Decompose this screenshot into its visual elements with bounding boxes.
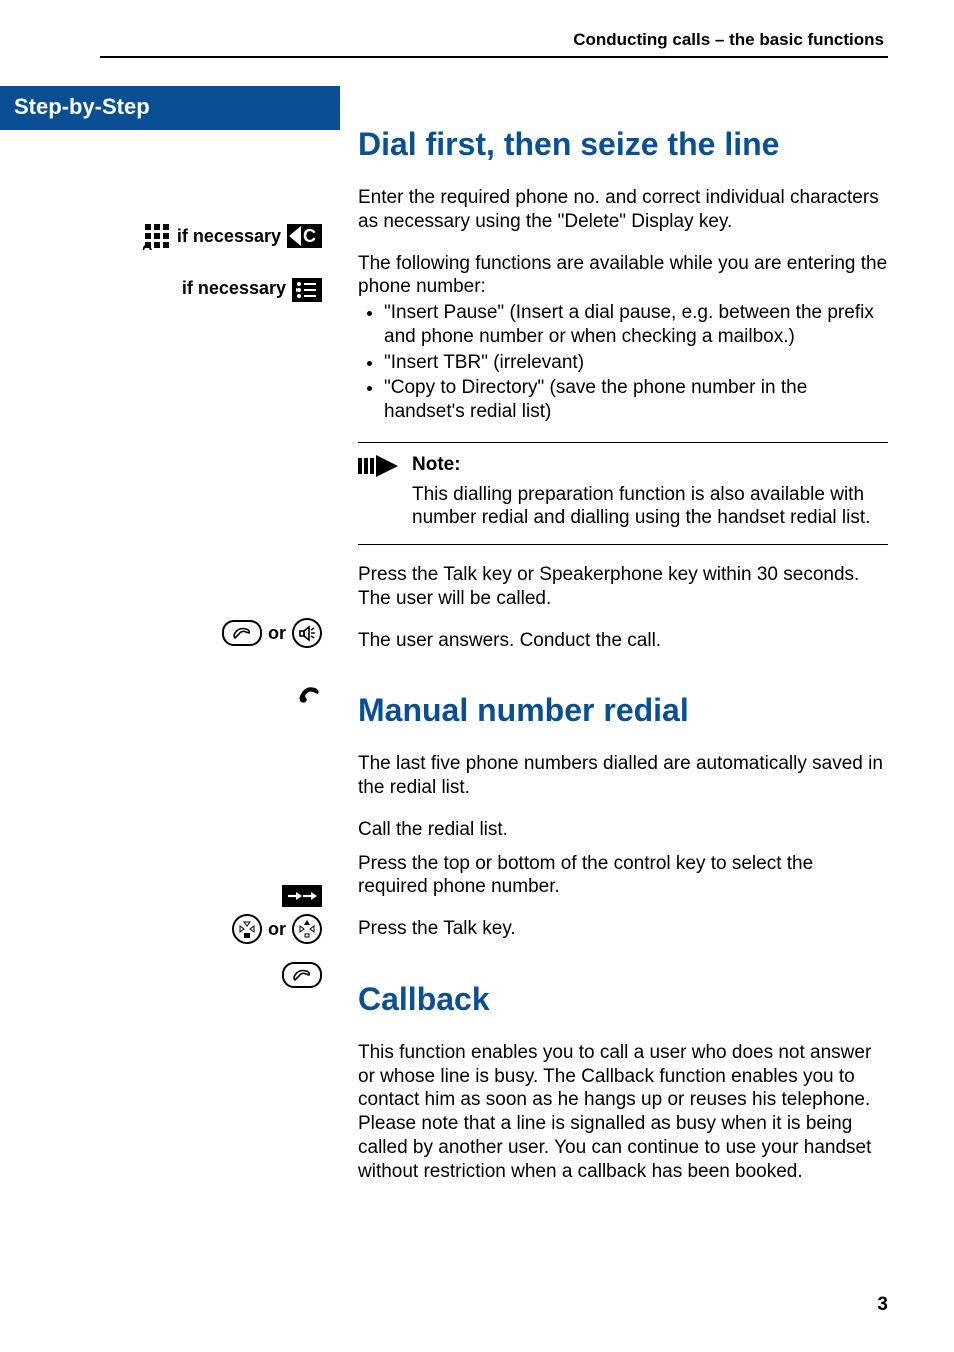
or-label-1: or bbox=[268, 623, 286, 644]
content-columns: Step-by-Step if necessary bbox=[0, 86, 888, 1201]
main-column: Dial first, then seize the line Enter th… bbox=[340, 86, 888, 1201]
if-necessary-label-2: if necessary bbox=[182, 278, 286, 299]
keypad-icon bbox=[143, 222, 171, 250]
heading-callback: Callback bbox=[358, 979, 888, 1019]
step-row-enter-number: if necessary C bbox=[100, 222, 322, 250]
para-press-talk-speaker: Press the Talk key or Speakerphone key w… bbox=[358, 563, 888, 611]
step-row-menu: if necessary bbox=[100, 276, 322, 302]
page-header: Conducting calls – the basic functions bbox=[0, 30, 888, 58]
step-row-talk bbox=[100, 962, 322, 988]
para-redial-intro: The last five phone numbers dialled are … bbox=[358, 752, 888, 800]
note-body: This dialling preparation function is al… bbox=[412, 483, 888, 531]
note-arrow-icon bbox=[358, 453, 398, 530]
step-row-navigate: or bbox=[100, 914, 322, 944]
note-title: Note: bbox=[412, 453, 888, 477]
para-enter-number: Enter the required phone no. and correct… bbox=[358, 186, 888, 234]
speakerphone-key-icon bbox=[292, 618, 322, 648]
para-user-answers: The user answers. Conduct the call. bbox=[358, 629, 888, 653]
list-item: "Insert Pause" (Insert a dial pause, e.g… bbox=[384, 301, 888, 349]
menu-key-icon bbox=[292, 278, 322, 302]
step-row-talk-or-speaker: or bbox=[100, 618, 322, 648]
or-label-2: or bbox=[268, 919, 286, 940]
note-box: Note: This dialling preparation function… bbox=[358, 442, 888, 545]
para-call-redial: Call the redial list. bbox=[358, 818, 888, 842]
control-key-up-icon bbox=[292, 914, 322, 944]
side-header: Step-by-Step bbox=[0, 86, 340, 130]
page-number: 3 bbox=[877, 1294, 888, 1316]
delete-key-label: C bbox=[301, 226, 318, 247]
side-column: Step-by-Step if necessary bbox=[0, 86, 340, 1201]
functions-list: "Insert Pause" (Insert a dial pause, e.g… bbox=[358, 301, 888, 424]
para-callback: This function enables you to call a user… bbox=[358, 1041, 888, 1184]
para-functions-intro: The following functions are available wh… bbox=[358, 252, 888, 300]
handset-icon bbox=[296, 682, 322, 708]
header-rule bbox=[100, 56, 888, 58]
step-row-answer bbox=[100, 682, 322, 708]
page: Conducting calls – the basic functions S… bbox=[0, 0, 954, 1352]
note-content: Note: This dialling preparation function… bbox=[412, 453, 888, 530]
heading-dial-first: Dial first, then seize the line bbox=[358, 124, 888, 164]
list-item: "Insert TBR" (irrelevant) bbox=[384, 351, 888, 375]
running-head: Conducting calls – the basic functions bbox=[100, 30, 888, 50]
step-row-redial bbox=[100, 884, 322, 908]
heading-manual-redial: Manual number redial bbox=[358, 690, 888, 730]
redial-key-icon bbox=[282, 885, 322, 907]
para-select-number: Press the top or bottom of the control k… bbox=[358, 852, 888, 900]
delete-key-icon: C bbox=[287, 224, 322, 248]
list-item: "Copy to Directory" (save the phone numb… bbox=[384, 376, 888, 424]
para-press-talk: Press the Talk key. bbox=[358, 917, 888, 941]
talk-key-icon bbox=[222, 620, 262, 646]
if-necessary-label: if necessary bbox=[177, 226, 281, 247]
talk-key-icon-2 bbox=[282, 962, 322, 988]
control-key-down-icon bbox=[232, 914, 262, 944]
